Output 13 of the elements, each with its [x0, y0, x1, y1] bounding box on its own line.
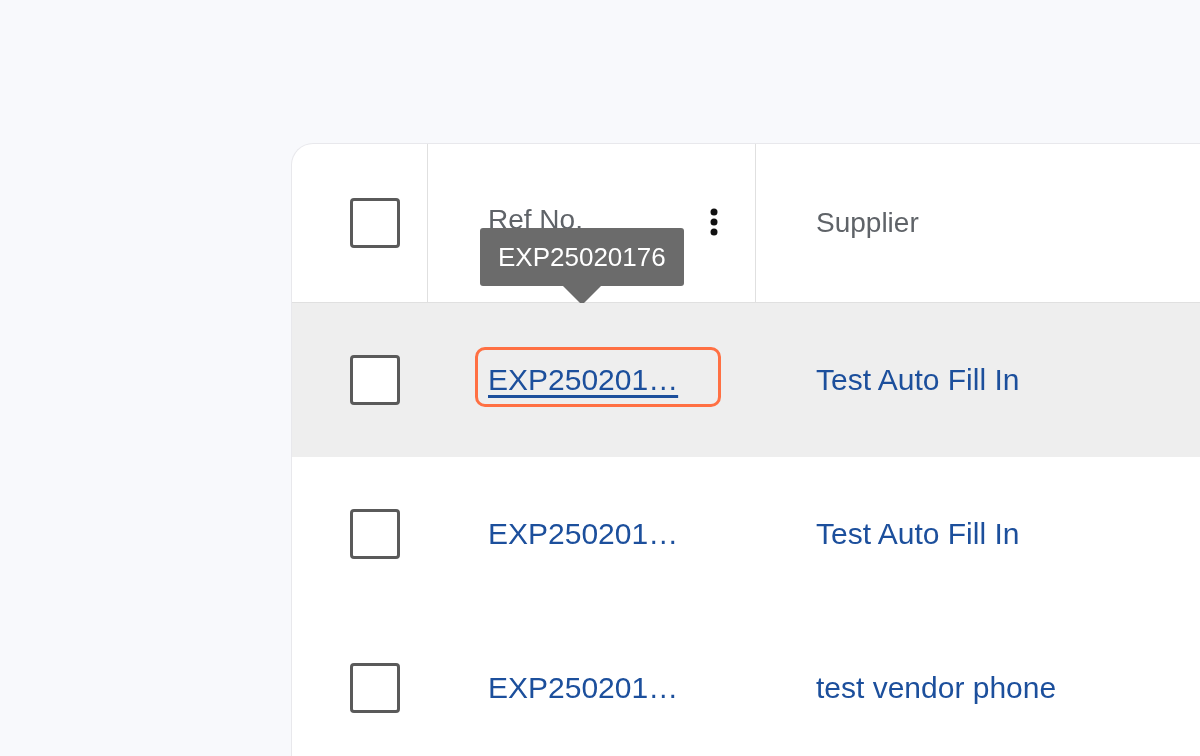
more-options-icon[interactable] — [710, 208, 718, 236]
ref-link[interactable]: EXP250201… — [488, 517, 679, 551]
column-header: Supplier — [816, 207, 919, 239]
select-all-checkbox[interactable] — [350, 198, 400, 248]
row-checkbox[interactable] — [350, 663, 400, 713]
supplier-link[interactable]: Test Auto Fill In — [816, 363, 1020, 397]
ref-link[interactable]: EXP250201… — [488, 671, 679, 705]
row-checkbox[interactable] — [350, 355, 400, 405]
tooltip: EXP25020176 — [480, 228, 684, 305]
supplier-link[interactable]: test vendor phone — [816, 671, 1057, 705]
row-checkbox[interactable] — [350, 509, 400, 559]
supplier-link[interactable]: Test Auto Fill In — [816, 517, 1020, 551]
ref-link[interactable]: EXP250201… — [488, 363, 679, 397]
